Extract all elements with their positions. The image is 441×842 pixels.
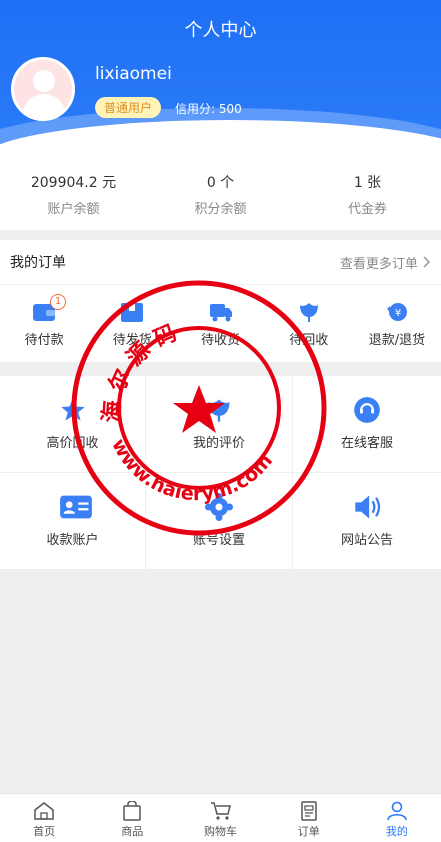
grid-item-payment-account[interactable]: 收款账户 <box>0 473 146 570</box>
cart-icon <box>210 801 232 821</box>
account-stats: 209904.2 元 账户余额 0 个 积分余额 1 张 代金券 <box>0 160 441 230</box>
grid-item-label: 收款账户 <box>46 533 99 548</box>
id-card-icon <box>59 493 92 521</box>
pending-count-badge: 1 <box>50 294 67 310</box>
truck-icon <box>209 301 233 323</box>
speaker-icon <box>353 493 381 521</box>
tab-mine[interactable]: 我的 <box>353 794 441 842</box>
chevron-right-icon <box>423 255 431 268</box>
tab-label: 购物车 <box>204 825 237 838</box>
grid-item-account-settings[interactable]: 账号设置 <box>146 473 293 570</box>
profile-header: 个人中心 lixiaomei 普通用户 信用分: 500 <box>0 0 441 160</box>
grid-item-label: 账号设置 <box>192 533 245 548</box>
flower-icon <box>205 396 233 424</box>
grid-item-announcements[interactable]: 网站公告 <box>293 473 441 570</box>
order-refund[interactable]: ¥ 退款/退货 <box>353 285 441 361</box>
tab-home[interactable]: 首页 <box>0 794 88 842</box>
my-orders-section: 我的订单 查看更多订单 1 待付款 待发货 待收货 待回收 ¥ 退款/退货 <box>0 240 441 362</box>
grid-item-label: 网站公告 <box>340 533 393 548</box>
box-icon <box>120 301 144 323</box>
tab-products[interactable]: 商品 <box>88 794 176 842</box>
stat-points[interactable]: 0 个 积分余额 <box>147 160 294 230</box>
user-icon <box>386 801 408 821</box>
bag-icon <box>121 800 143 821</box>
username: lixiaomei <box>95 64 172 84</box>
stat-value: 1 张 <box>353 175 382 191</box>
gear-icon <box>205 493 233 521</box>
stat-value: 0 个 <box>206 175 235 191</box>
star-icon <box>59 396 87 424</box>
stat-balance[interactable]: 209904.2 元 账户余额 <box>0 160 147 230</box>
order-pending-receipt[interactable]: 待收货 <box>176 285 264 361</box>
order-status-label: 待收货 <box>201 333 241 348</box>
tab-label: 商品 <box>121 825 144 838</box>
tab-label: 我的 <box>385 825 408 838</box>
service-icon <box>353 396 381 424</box>
svg-text:¥: ¥ <box>395 308 401 319</box>
tab-label: 订单 <box>297 825 320 838</box>
grid-item-label: 我的评价 <box>192 436 245 451</box>
view-more-orders-link[interactable]: 查看更多订单 <box>340 253 431 272</box>
grid-item-high-price-recycle[interactable]: 高价回收 <box>0 376 146 473</box>
order-status-label: 退款/退货 <box>368 333 426 348</box>
tab-cart[interactable]: 购物车 <box>176 794 264 842</box>
grid-item-label: 在线客服 <box>340 436 393 451</box>
grid-item-online-service[interactable]: 在线客服 <box>293 376 441 473</box>
orders-title: 我的订单 <box>10 255 66 271</box>
order-status-label: 待回收 <box>289 333 329 348</box>
order-status-label: 待发货 <box>112 333 152 348</box>
refund-icon: ¥ <box>385 301 409 323</box>
stat-label: 账户余额 <box>47 202 100 217</box>
view-more-label: 查看更多订单 <box>339 256 418 272</box>
page-title: 个人中心 <box>184 20 257 41</box>
order-pending-recycle[interactable]: 待回收 <box>265 285 353 361</box>
order-status-label: 待付款 <box>24 333 64 348</box>
wallet-icon: 1 <box>32 294 67 323</box>
order-pending-payment[interactable]: 1 待付款 <box>0 285 88 361</box>
home-icon <box>33 801 55 821</box>
grid-item-label: 高价回收 <box>46 436 99 451</box>
order-pending-shipment[interactable]: 待发货 <box>88 285 176 361</box>
stat-vouchers[interactable]: 1 张 代金券 <box>294 160 441 230</box>
grid-item-my-reviews[interactable]: 我的评价 <box>146 376 293 473</box>
tab-label: 首页 <box>33 825 56 838</box>
avatar[interactable] <box>11 57 75 121</box>
flower-icon <box>297 301 321 323</box>
order-icon <box>298 801 320 821</box>
user-level-badge: 普通用户 <box>95 97 162 118</box>
credit-score: 信用分: 500 <box>175 102 242 116</box>
stat-label: 积分余额 <box>194 202 247 217</box>
bottom-tab-bar: 首页 商品 购物车 订单 我的 <box>0 793 441 842</box>
stat-label: 代金券 <box>347 202 387 217</box>
stat-value: 209904.2 元 <box>30 175 117 191</box>
tab-orders[interactable]: 订单 <box>265 794 353 842</box>
orders-header: 我的订单 查看更多订单 <box>0 240 441 285</box>
service-grid: 高价回收 我的评价 在线客服 收款账户 账号设置 网站公告 <box>0 376 441 570</box>
